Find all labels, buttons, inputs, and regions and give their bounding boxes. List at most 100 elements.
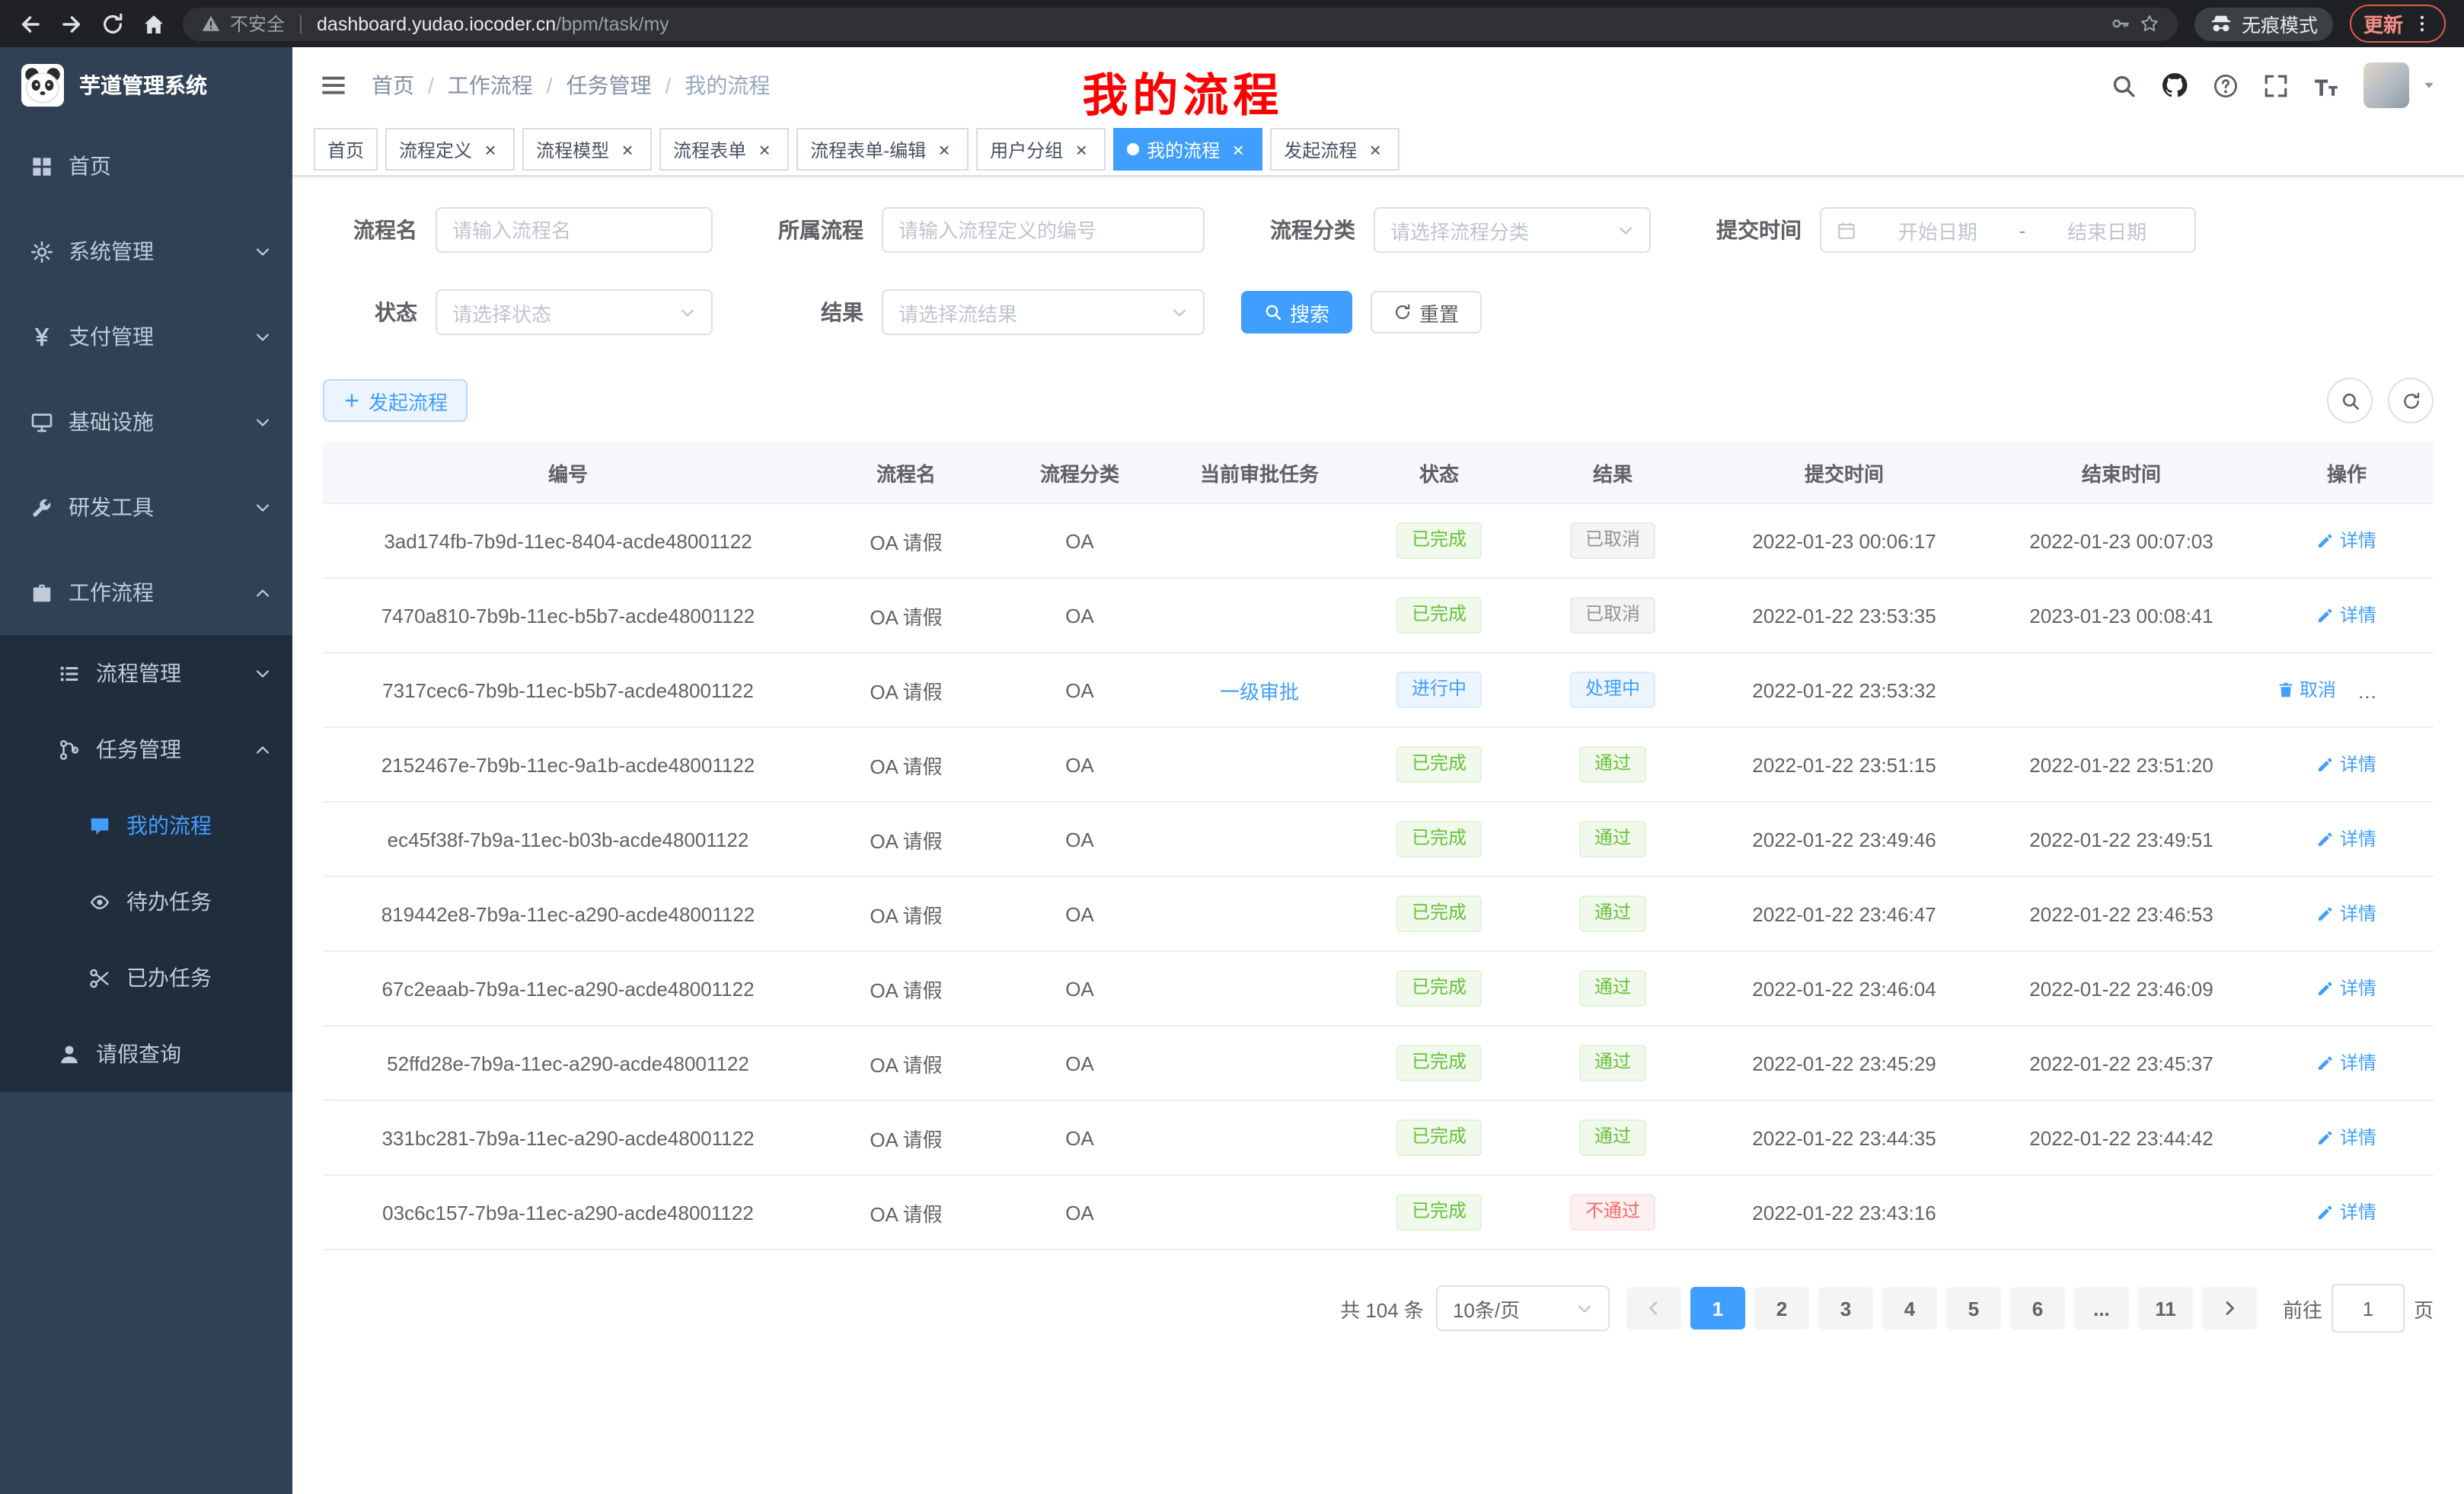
search-icon[interactable] <box>2111 72 2137 98</box>
cell-actions: 取消详情 <box>2260 653 2434 727</box>
logo[interactable]: 芋道管理系统 <box>0 47 292 123</box>
browser-update-button[interactable]: 更新 <box>2350 5 2446 43</box>
avatar[interactable] <box>2363 62 2409 108</box>
detail-link[interactable]: 详情 <box>2317 602 2376 628</box>
pagination-more-button[interactable]: ... <box>2074 1287 2129 1330</box>
sidebar-item-my-process[interactable]: 我的流程 <box>0 787 292 864</box>
bookmark-star-icon[interactable] <box>2140 14 2159 34</box>
parent-process-input[interactable] <box>882 207 1205 253</box>
sidebar-menu: 首页系统管理支付管理基础设施研发工具工作流程流程管理任务管理我的流程待办任务已办… <box>0 123 292 1494</box>
browser-menu-icon[interactable] <box>2412 14 2432 34</box>
detail-link[interactable]: 详情 <box>2317 528 2376 554</box>
reset-button[interactable]: 重置 <box>1371 291 1482 334</box>
tab-item-2[interactable]: 流程模型× <box>522 128 652 171</box>
tab-item-5[interactable]: 用户分组× <box>976 128 1106 171</box>
pagination-page-button[interactable]: 11 <box>2138 1287 2193 1330</box>
close-icon[interactable]: × <box>480 139 501 160</box>
close-icon[interactable]: × <box>1227 139 1249 160</box>
close-icon[interactable]: × <box>934 139 955 160</box>
overlay-annotation: 我的流程 <box>1082 58 1283 125</box>
toggle-search-button[interactable] <box>2327 378 2373 423</box>
sidebar-item-system[interactable]: 系统管理 <box>0 209 292 294</box>
tab-item-7[interactable]: 发起流程× <box>1270 128 1400 171</box>
tab-item-4[interactable]: 流程表单-编辑× <box>796 128 969 171</box>
column-header: 编号 <box>323 442 813 503</box>
detail-link[interactable]: 详情 <box>2317 975 2376 1001</box>
caret-down-icon[interactable] <box>2421 78 2437 93</box>
sidebar-item-devtools[interactable]: 研发工具 <box>0 464 292 550</box>
pagination-page-button[interactable]: 4 <box>1882 1287 1937 1330</box>
fontsize-icon[interactable] <box>2313 72 2339 98</box>
current-task-link[interactable]: 一级审批 <box>1220 680 1299 703</box>
result-select[interactable]: 请选择流结果 <box>882 289 1205 335</box>
status-tag: 已完成 <box>1396 597 1482 634</box>
sidebar-item-label: 我的流程 <box>126 810 271 841</box>
jump-suffix: 页 <box>2414 1294 2434 1323</box>
breadcrumb-item[interactable]: 工作流程 <box>448 70 533 101</box>
sidebar-item-todo-task[interactable]: 待办任务 <box>0 864 292 940</box>
submit-time-range-picker[interactable]: 开始日期 - 结束日期 <box>1820 207 2196 253</box>
breadcrumb-item[interactable]: 任务管理 <box>567 70 652 101</box>
sidebar-item-task-mgmt[interactable]: 任务管理 <box>0 711 292 787</box>
tab-item-1[interactable]: 流程定义× <box>385 128 515 171</box>
select-placeholder: 请选择状态 <box>452 298 551 327</box>
pagination-page-button[interactable]: 1 <box>1690 1287 1745 1330</box>
page-size-select[interactable]: 10条/页 <box>1436 1285 1610 1331</box>
address-bar[interactable]: 不安全 dashboard.yudao.iocoder.cn/bpm/task/… <box>183 7 2178 40</box>
pagination-page-button[interactable]: 6 <box>2010 1287 2065 1330</box>
browser-home-icon[interactable] <box>142 11 166 36</box>
create-process-button[interactable]: 发起流程 <box>323 379 468 422</box>
search-button[interactable]: 搜索 <box>1241 291 1352 334</box>
sidebar-item-process-mgmt[interactable]: 流程管理 <box>0 635 292 711</box>
help-icon[interactable] <box>2213 72 2239 98</box>
tab-item-6[interactable]: 我的流程× <box>1113 128 1262 171</box>
tab-item-3[interactable]: 流程表单× <box>659 128 789 171</box>
cancel-link[interactable]: 取消 <box>2277 677 2336 703</box>
close-icon[interactable]: × <box>1364 139 1386 160</box>
detail-link[interactable]: 详情 <box>2317 1050 2376 1076</box>
detail-link[interactable]: 详情 <box>2317 1199 2376 1225</box>
update-label: 更新 <box>2363 9 2403 38</box>
chevron-down-icon <box>1617 222 1634 238</box>
cell-status: 已完成 <box>1358 1175 1520 1250</box>
active-tab-dot <box>1127 143 1139 155</box>
category-select[interactable]: 请选择流程分类 <box>1374 207 1651 253</box>
pagination-page-button[interactable]: 2 <box>1754 1287 1809 1330</box>
pagination-page-button[interactable]: 5 <box>1946 1287 2001 1330</box>
close-icon[interactable]: × <box>1071 139 1092 160</box>
security-warning-icon[interactable] <box>201 14 221 34</box>
hamburger-icon[interactable] <box>320 72 347 99</box>
sidebar-item-payment[interactable]: 支付管理 <box>0 294 292 379</box>
cell-process-name: OA 请假 <box>813 503 999 578</box>
sidebar-item-workflow[interactable]: 工作流程 <box>0 550 292 635</box>
detail-link[interactable]: 详情 <box>2317 1125 2376 1151</box>
sidebar-item-leave-query[interactable]: 请假查询 <box>0 1016 292 1092</box>
github-icon[interactable] <box>2161 72 2188 99</box>
detail-link[interactable]: 详情 <box>2317 752 2376 777</box>
detail-link[interactable]: 详情 <box>2317 901 2376 927</box>
sidebar-item-infra[interactable]: 基础设施 <box>0 379 292 464</box>
detail-link[interactable]: 详情 <box>2317 826 2376 852</box>
process-name-input[interactable] <box>436 207 713 253</box>
sidebar-item-done-task[interactable]: 已办任务 <box>0 940 292 1016</box>
close-icon[interactable]: × <box>754 139 775 160</box>
browser-forward-icon[interactable] <box>59 11 84 36</box>
action-label: 详情 <box>2340 528 2376 554</box>
tab-item-0[interactable]: 首页 <box>314 128 378 171</box>
pagination-page-button[interactable]: 3 <box>1818 1287 1873 1330</box>
sidebar-item-home[interactable]: 首页 <box>0 123 292 209</box>
password-key-icon[interactable] <box>2111 14 2130 34</box>
browser-reload-icon[interactable] <box>101 11 125 36</box>
pagination-prev-button[interactable] <box>1626 1287 1681 1330</box>
close-icon[interactable]: × <box>617 139 638 160</box>
page-jump-input[interactable] <box>2332 1284 2405 1333</box>
status-select[interactable]: 请选择状态 <box>436 289 713 335</box>
breadcrumb-item[interactable]: 首页 <box>372 70 414 101</box>
pagination-next-button[interactable] <box>2202 1287 2257 1330</box>
refresh-table-button[interactable] <box>2388 378 2434 423</box>
fullscreen-icon[interactable] <box>2263 72 2289 98</box>
cell-actions: 详情 <box>2260 503 2434 578</box>
trash-icon <box>2277 681 2295 699</box>
cell-status: 已完成 <box>1358 876 1520 951</box>
browser-back-icon[interactable] <box>18 11 43 36</box>
